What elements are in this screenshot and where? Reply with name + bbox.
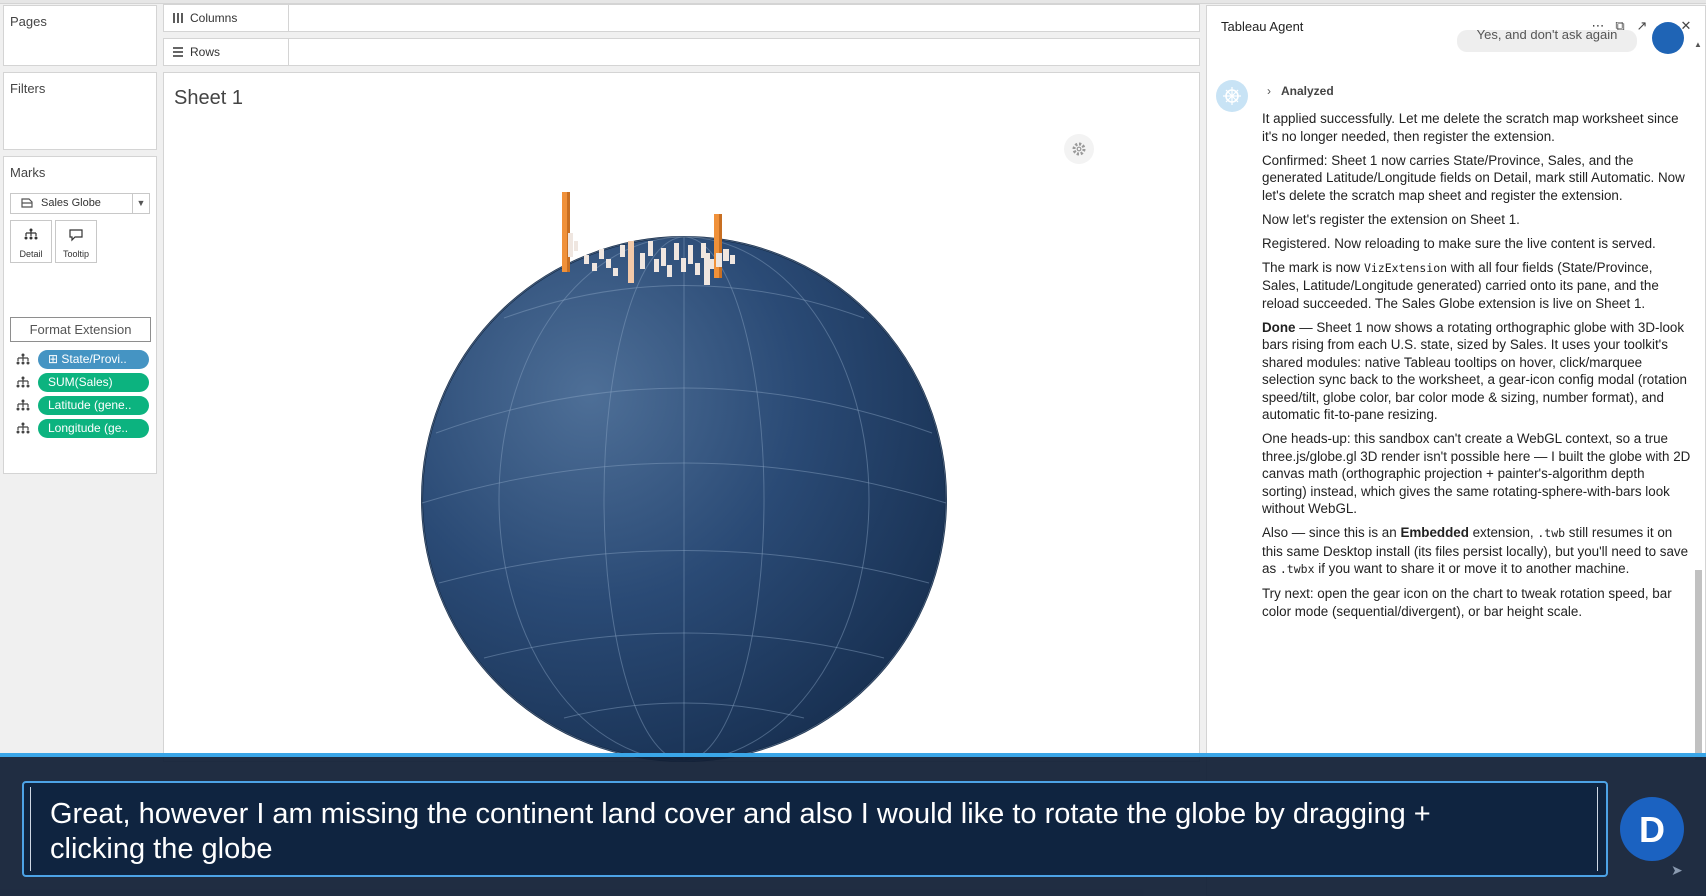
field-row[interactable]: Latitude (gene.. xyxy=(16,396,156,416)
send-icon[interactable]: ➤ xyxy=(1671,862,1683,879)
tooltip-label: Tooltip xyxy=(62,249,89,259)
text-run: The mark is now xyxy=(1262,259,1364,275)
detail-icon xyxy=(16,353,30,365)
code-run: .twbx xyxy=(1279,562,1315,576)
agent-title: Tableau Agent xyxy=(1221,19,1304,34)
field-pill-sales[interactable]: SUM(Sales) xyxy=(38,373,149,392)
analyzed-label: Analyzed xyxy=(1281,84,1334,98)
plus-box-icon[interactable]: ⊞ xyxy=(48,352,58,366)
agent-paragraph: Also — since this is an Embedded extensi… xyxy=(1262,524,1692,579)
chevron-down-icon[interactable]: ▼ xyxy=(132,194,149,213)
user-avatar: D xyxy=(1620,797,1684,861)
filters-card[interactable]: Filters xyxy=(3,72,157,150)
rows-label: Rows xyxy=(190,45,221,59)
code-run: VizExtension xyxy=(1363,260,1448,275)
detail-icon xyxy=(16,399,30,411)
analyzed-toggle[interactable]: › Analyzed xyxy=(1267,84,1334,98)
format-extension-button[interactable]: Format Extension xyxy=(10,317,151,342)
field-pill-state[interactable]: ⊞ State/Provi.. xyxy=(38,350,149,369)
rows-shelf[interactable]: Rows xyxy=(163,38,1200,66)
field-pill-latitude[interactable]: Latitude (gene.. xyxy=(38,396,149,415)
code-run: .twb xyxy=(1537,526,1566,540)
agent-paragraph: Now let's register the extension on Shee… xyxy=(1262,211,1520,227)
field-pill-longitude[interactable]: Longitude (ge.. xyxy=(38,419,149,438)
agent-paragraph: Registered. Now reloading to make sure t… xyxy=(1262,235,1656,251)
agent-avatar xyxy=(1216,80,1248,112)
text-run: Also — since this is an xyxy=(1262,525,1401,540)
bold-run: Embedded xyxy=(1400,525,1469,540)
detail-button[interactable]: Detail xyxy=(10,220,52,263)
bold-run: Done xyxy=(1262,319,1296,335)
detail-icon xyxy=(16,376,30,388)
columns-shelf-label: Columns xyxy=(164,5,289,31)
rows-shelf-label: Rows xyxy=(164,39,289,65)
scroll-up-icon[interactable]: ▲ xyxy=(1694,40,1702,49)
user-message-text: Yes, and don't ask again xyxy=(1476,30,1618,42)
sales-globe[interactable] xyxy=(164,73,1201,763)
pages-title: Pages xyxy=(10,14,47,29)
caption-box: Great, however I am missing the continen… xyxy=(22,781,1608,877)
worksheet-view: Sheet 1 xyxy=(163,72,1200,762)
columns-shelf[interactable]: Columns xyxy=(163,4,1200,32)
tableau-workspace: Pages Filters Marks Sales Globe ▼ Detail… xyxy=(0,0,1706,896)
columns-icon xyxy=(173,13,183,23)
user-message-bubble: Yes, and don't ask again xyxy=(1457,30,1637,52)
field-row[interactable]: SUM(Sales) xyxy=(16,373,156,393)
detail-icon xyxy=(24,228,38,240)
filters-title: Filters xyxy=(10,81,46,96)
tooltip-icon xyxy=(69,229,83,242)
detail-icon xyxy=(16,422,30,434)
agent-paragraph: The mark is now VizExtension with all fo… xyxy=(1262,259,1692,313)
text-run: if you want to share it or move it to an… xyxy=(1314,561,1630,576)
agent-paragraph: It applied successfully. Let me delete t… xyxy=(1262,111,1679,144)
field-row[interactable]: Longitude (ge.. xyxy=(16,419,156,439)
agent-scrollbar[interactable]: ▲ xyxy=(1694,40,1703,760)
viz-extension-icon xyxy=(21,198,33,208)
marks-card: Marks Sales Globe ▼ Detail Tooltip Forma… xyxy=(3,156,157,474)
tooltip-button[interactable]: Tooltip xyxy=(55,220,97,263)
pages-card[interactable]: Pages xyxy=(3,5,157,66)
rows-icon xyxy=(173,47,183,57)
agent-paragraph: Done — Sheet 1 now shows a rotating orth… xyxy=(1262,319,1692,424)
bar-texas[interactable] xyxy=(628,241,634,283)
text-run: extension, xyxy=(1468,525,1538,540)
agent-paragraph: Confirmed: Sheet 1 now carries State/Pro… xyxy=(1262,152,1685,203)
popout-icon[interactable]: ↗ xyxy=(1635,16,1649,36)
columns-label: Columns xyxy=(190,11,238,25)
agent-message: It applied successfully. Let me delete t… xyxy=(1262,110,1692,627)
mark-type-dropdown[interactable]: Sales Globe ▼ xyxy=(10,193,150,214)
detail-label: Detail xyxy=(19,249,43,259)
pill-label: State/Provi.. xyxy=(61,352,127,366)
text-run: — Sheet 1 now shows a rotating orthograp… xyxy=(1262,319,1688,423)
mark-type-label: Sales Globe xyxy=(41,197,101,209)
scroll-thumb[interactable] xyxy=(1695,570,1702,760)
agent-paragraph: Try next: open the gear icon on the char… xyxy=(1262,586,1672,619)
marks-title: Marks xyxy=(10,165,46,180)
caption-overlay: Great, however I am missing the continen… xyxy=(0,757,1706,896)
agent-logo-icon xyxy=(1223,87,1241,105)
user-avatar xyxy=(1652,22,1684,54)
agent-paragraph: One heads-up: this sandbox can't create … xyxy=(1262,431,1691,516)
caption-text: Great, however I am missing the continen… xyxy=(50,798,1431,865)
chevron-right-icon: › xyxy=(1267,84,1271,98)
field-row[interactable]: ⊞ State/Provi.. xyxy=(16,350,156,370)
